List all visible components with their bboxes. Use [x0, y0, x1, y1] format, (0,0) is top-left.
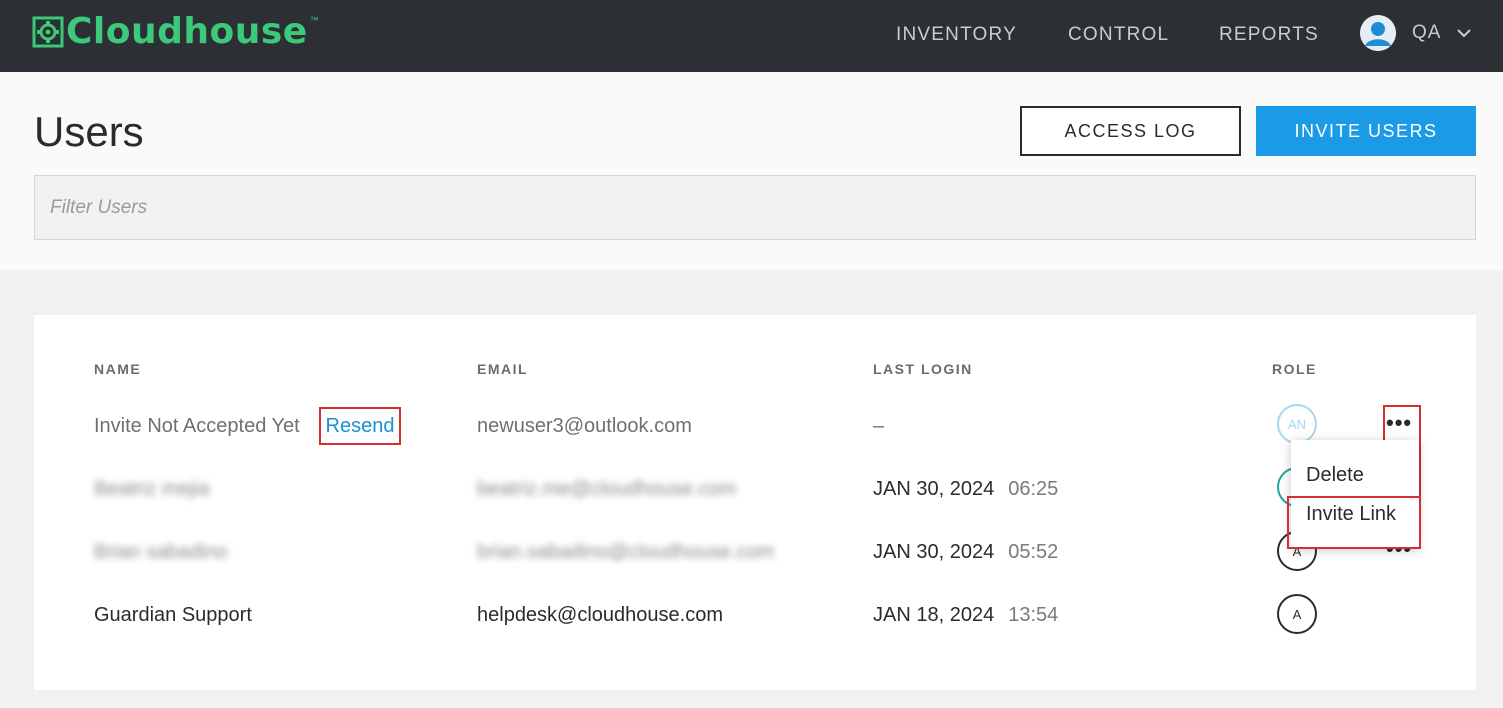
- users-table: NAME EMAIL LAST LOGIN ROLE Invite Not Ac…: [34, 315, 1476, 690]
- top-nav-bar: Cloudhouse ™ INVENTORY CONTROL REPORTS Q…: [0, 0, 1503, 72]
- page-header: Users ACCESS LOG INVITE USERS: [0, 72, 1503, 270]
- header-role: ROLE: [1272, 361, 1317, 377]
- role-badge: A: [1277, 594, 1317, 634]
- trademark-symbol: ™: [309, 15, 319, 25]
- chevron-down-icon: [1457, 29, 1472, 38]
- nav-reports[interactable]: REPORTS: [1219, 24, 1319, 46]
- user-email-cell: beatriz.me@cloudhouse.com: [477, 478, 737, 500]
- user-avatar-icon: [1360, 15, 1396, 51]
- header-email: EMAIL: [477, 361, 529, 377]
- user-name: QA: [1412, 22, 1442, 43]
- last-login-time: 13:54: [1008, 604, 1059, 626]
- user-email-cell: newuser3@outlook.com: [477, 415, 692, 437]
- user-name-cell: Beatriz mejia: [94, 478, 210, 500]
- last-login-time: 05:52: [1008, 541, 1059, 563]
- role-badge: AN: [1277, 404, 1317, 444]
- filter-users-input[interactable]: [34, 175, 1476, 240]
- user-name-cell: Brian sabadino: [94, 541, 228, 563]
- menu-item-delete[interactable]: Delete: [1306, 464, 1364, 487]
- last-login-date: JAN 30, 2024: [873, 541, 995, 563]
- nav-control[interactable]: CONTROL: [1068, 24, 1169, 46]
- user-name-cell: Guardian Support: [94, 604, 252, 626]
- last-login-cell: JAN 30, 2024 06:25: [873, 477, 1058, 501]
- last-login-date: JAN 30, 2024: [873, 478, 995, 500]
- user-email-cell: brian.sabadino@cloudhouse.com: [477, 541, 775, 563]
- last-login-date: JAN 18, 2024: [873, 604, 995, 626]
- header-name: NAME: [94, 361, 142, 377]
- invite-users-button[interactable]: INVITE USERS: [1256, 106, 1476, 156]
- gear-logo-icon: [32, 16, 64, 48]
- user-menu[interactable]: QA: [1360, 15, 1472, 51]
- highlight-box: [1287, 496, 1421, 549]
- last-login-cell: JAN 18, 2024 13:54: [873, 603, 1058, 627]
- access-log-button[interactable]: ACCESS LOG: [1020, 106, 1241, 156]
- nav-inventory[interactable]: INVENTORY: [896, 24, 1017, 46]
- brand-name: Cloudhouse: [66, 11, 308, 52]
- last-login-time: 06:25: [1008, 478, 1059, 500]
- page-title: Users: [34, 108, 144, 155]
- resend-invite-link[interactable]: Resend: [319, 407, 401, 445]
- user-email-cell: helpdesk@cloudhouse.com: [477, 604, 724, 626]
- cloudhouse-logo[interactable]: Cloudhouse ™: [32, 8, 319, 56]
- last-login-cell: JAN 30, 2024 05:52: [873, 540, 1058, 564]
- user-name-cell: Invite Not Accepted Yet: [94, 415, 300, 437]
- header-last-login: LAST LOGIN: [873, 361, 973, 377]
- last-login-cell: –: [873, 415, 885, 437]
